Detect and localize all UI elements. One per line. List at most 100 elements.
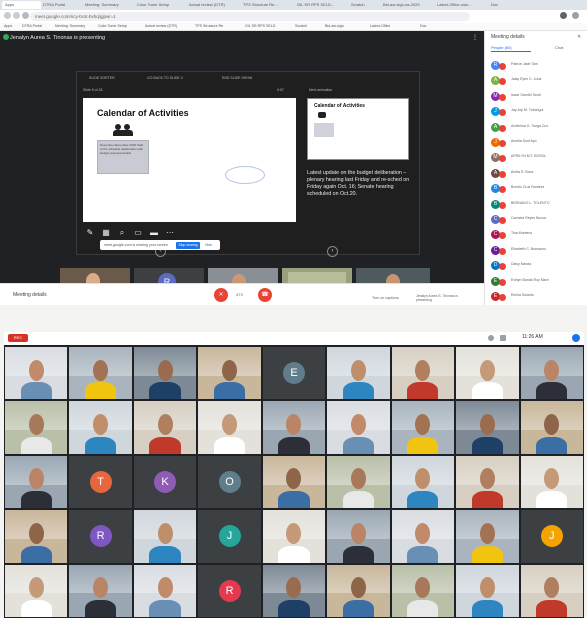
bookmark-item[interactable]: OIL SR RPS SELD	[245, 23, 275, 30]
participant-tile[interactable]: E	[262, 347, 326, 400]
browser-tab[interactable]: Bid-aw-sign-as-2020	[380, 1, 435, 9]
participant-list-item[interactable]: R Patrice Jade Tam	[485, 59, 587, 74]
participant-tile[interactable]	[520, 347, 583, 400]
screen-icon[interactable]: ▭	[133, 228, 143, 238]
chat-tab[interactable]: Chat	[555, 45, 563, 50]
participant-list-item[interactable]: C Tina Monteris	[485, 228, 587, 243]
participant-tile[interactable]: R	[69, 510, 132, 563]
profile-avatar[interactable]	[572, 334, 580, 342]
next-slide-icon[interactable]: ›	[327, 246, 338, 257]
participant-tile[interactable]	[456, 455, 519, 509]
browser-tab[interactable]: TPS Structure Re...	[240, 1, 295, 9]
zoom-icon[interactable]: ⌕	[117, 228, 127, 238]
participant-list-item[interactable]: A Jalay Eyen C. Luna	[485, 74, 587, 89]
browser-tab[interactable]: Doc	[488, 1, 511, 9]
participant-tile[interactable]	[456, 564, 519, 617]
bookmark-item[interactable]: Bid-aw-sign	[325, 23, 344, 30]
browser-tab[interactable]: Scratch	[348, 1, 381, 9]
bookmark-item[interactable]: Meeting: Summary	[55, 23, 85, 30]
participant-tile[interactable]	[327, 401, 390, 454]
go-back-button[interactable]: GO BACK TO SLIDE 4	[147, 76, 183, 80]
end-call-icon[interactable]: ☎	[258, 288, 272, 302]
browser-tab[interactable]: Latest-Office-usin...	[434, 1, 489, 9]
participant-list-item[interactable]: J Amelia Sunt Ayo	[485, 136, 587, 151]
participant-tile[interactable]	[327, 510, 390, 563]
participant-tile[interactable]	[391, 401, 455, 454]
slide-sorter-button[interactable]: SLIDE SORTER	[89, 76, 115, 80]
browser-tab[interactable]: Color Toner Setup	[134, 1, 187, 9]
more-options-icon[interactable]: ⋮	[472, 34, 478, 41]
participant-tile[interactable]	[133, 564, 197, 617]
participant-tile[interactable]	[69, 564, 132, 617]
browser-tab[interactable]: Meeting: Summary	[82, 1, 135, 9]
participant-list-item[interactable]: A Ardemisa G. Tonga Cuz	[485, 121, 587, 136]
participant-tile[interactable]: R	[198, 564, 261, 617]
participant-tile[interactable]	[456, 510, 519, 563]
hide-notice-button[interactable]: Hide	[205, 242, 212, 249]
participant-tile[interactable]	[5, 510, 68, 563]
menu-icon[interactable]	[572, 12, 579, 19]
participant-tile[interactable]	[5, 401, 68, 454]
participant-tile[interactable]	[198, 401, 261, 454]
chat-icon[interactable]	[500, 335, 506, 341]
pen-icon[interactable]: ✎	[85, 228, 95, 238]
participant-tile[interactable]	[262, 401, 326, 454]
participant-tile[interactable]	[5, 347, 68, 400]
participant-list-item[interactable]: E Evelyn Banda Roy Marn	[485, 275, 587, 290]
url-field[interactable]: meet.google.com/ncy-bcst-bxhq/gjpwr=1	[30, 12, 470, 21]
participant-tile[interactable]	[262, 455, 326, 509]
end-slide-show-button[interactable]: END SLIDE SHOW	[222, 76, 252, 80]
participant-list-item[interactable]: M APRILYN M.T. BOSOL	[485, 151, 587, 166]
participant-tile[interactable]: T	[69, 455, 132, 509]
participant-tile[interactable]	[5, 455, 68, 509]
people-icon[interactable]	[488, 335, 494, 341]
profile-icon[interactable]	[560, 12, 567, 19]
participant-list-item[interactable]: D Daisy Manza	[485, 259, 587, 274]
participant-tile[interactable]	[133, 401, 197, 454]
meeting-details-button[interactable]: Meeting details	[13, 292, 47, 298]
participant-tile[interactable]	[520, 564, 583, 617]
participant-tile[interactable]	[69, 347, 132, 400]
browser-tab[interactable]: Apps	[2, 1, 41, 9]
bookmark-item[interactable]: Scratch	[295, 23, 307, 30]
bookmark-item[interactable]: Doc	[420, 23, 426, 30]
bookmark-item[interactable]: TPS Structure Re	[195, 23, 223, 30]
participant-tile[interactable]	[391, 510, 455, 563]
grid-icon[interactable]: ▦	[101, 228, 111, 238]
participant-tile[interactable]	[262, 510, 326, 563]
bookmark-item[interactable]: Actual review (DTR)	[145, 23, 177, 30]
participant-list-item[interactable]: C Elisabeth C. Buenauro	[485, 244, 587, 259]
participant-tile[interactable]: J	[198, 510, 261, 563]
reload-icon[interactable]	[22, 12, 29, 19]
participant-list-item[interactable]: E Elmira Sulanto	[485, 290, 587, 305]
people-tab[interactable]: People (65)	[491, 45, 512, 50]
bookmark-item[interactable]: Apps	[4, 23, 12, 30]
participant-list-item[interactable]: C Carmela Reyes Bonos	[485, 213, 587, 228]
participant-tile[interactable]	[520, 455, 583, 509]
bookmark-item[interactable]: Color Toner Setup	[98, 23, 127, 30]
browser-tab[interactable]: DTRA Portal	[40, 1, 83, 9]
participant-list-item[interactable]: A Arelia R. Bonz	[485, 167, 587, 182]
browser-tab[interactable]: OIL SR RPS SELD...	[294, 1, 349, 9]
bookmark-item[interactable]: Latest-Office	[370, 23, 390, 30]
participant-tile[interactable]	[5, 564, 68, 617]
presenter-chip[interactable]: Jenalyn Aurea S. Tinonas is presenting	[416, 294, 474, 302]
participant-tile[interactable]: J	[520, 510, 583, 563]
participant-tile[interactable]: K	[133, 455, 197, 509]
more-icon[interactable]: ⋯	[165, 228, 175, 238]
forward-icon[interactable]	[13, 12, 20, 19]
mic-off-icon[interactable]: ✕	[214, 288, 228, 302]
subtitles-icon[interactable]: ▬	[149, 228, 159, 238]
participant-tile[interactable]	[262, 564, 326, 617]
participant-list-item[interactable]: J Jay-Arp M. Tubangui	[485, 105, 587, 120]
participant-tile[interactable]	[520, 401, 583, 454]
back-icon[interactable]	[4, 12, 11, 19]
participant-tile[interactable]	[327, 455, 390, 509]
participant-tile[interactable]	[133, 510, 197, 563]
participant-tile[interactable]	[456, 347, 519, 400]
participant-list-item[interactable]: B Bondio Cruz Ramirez	[485, 182, 587, 197]
stop-sharing-button[interactable]: Stop sharing	[176, 242, 200, 249]
participant-tile[interactable]	[391, 564, 455, 617]
participant-tile[interactable]	[133, 347, 197, 400]
participant-list-item[interactable]: M Iswar Gandhi Scott	[485, 90, 587, 105]
